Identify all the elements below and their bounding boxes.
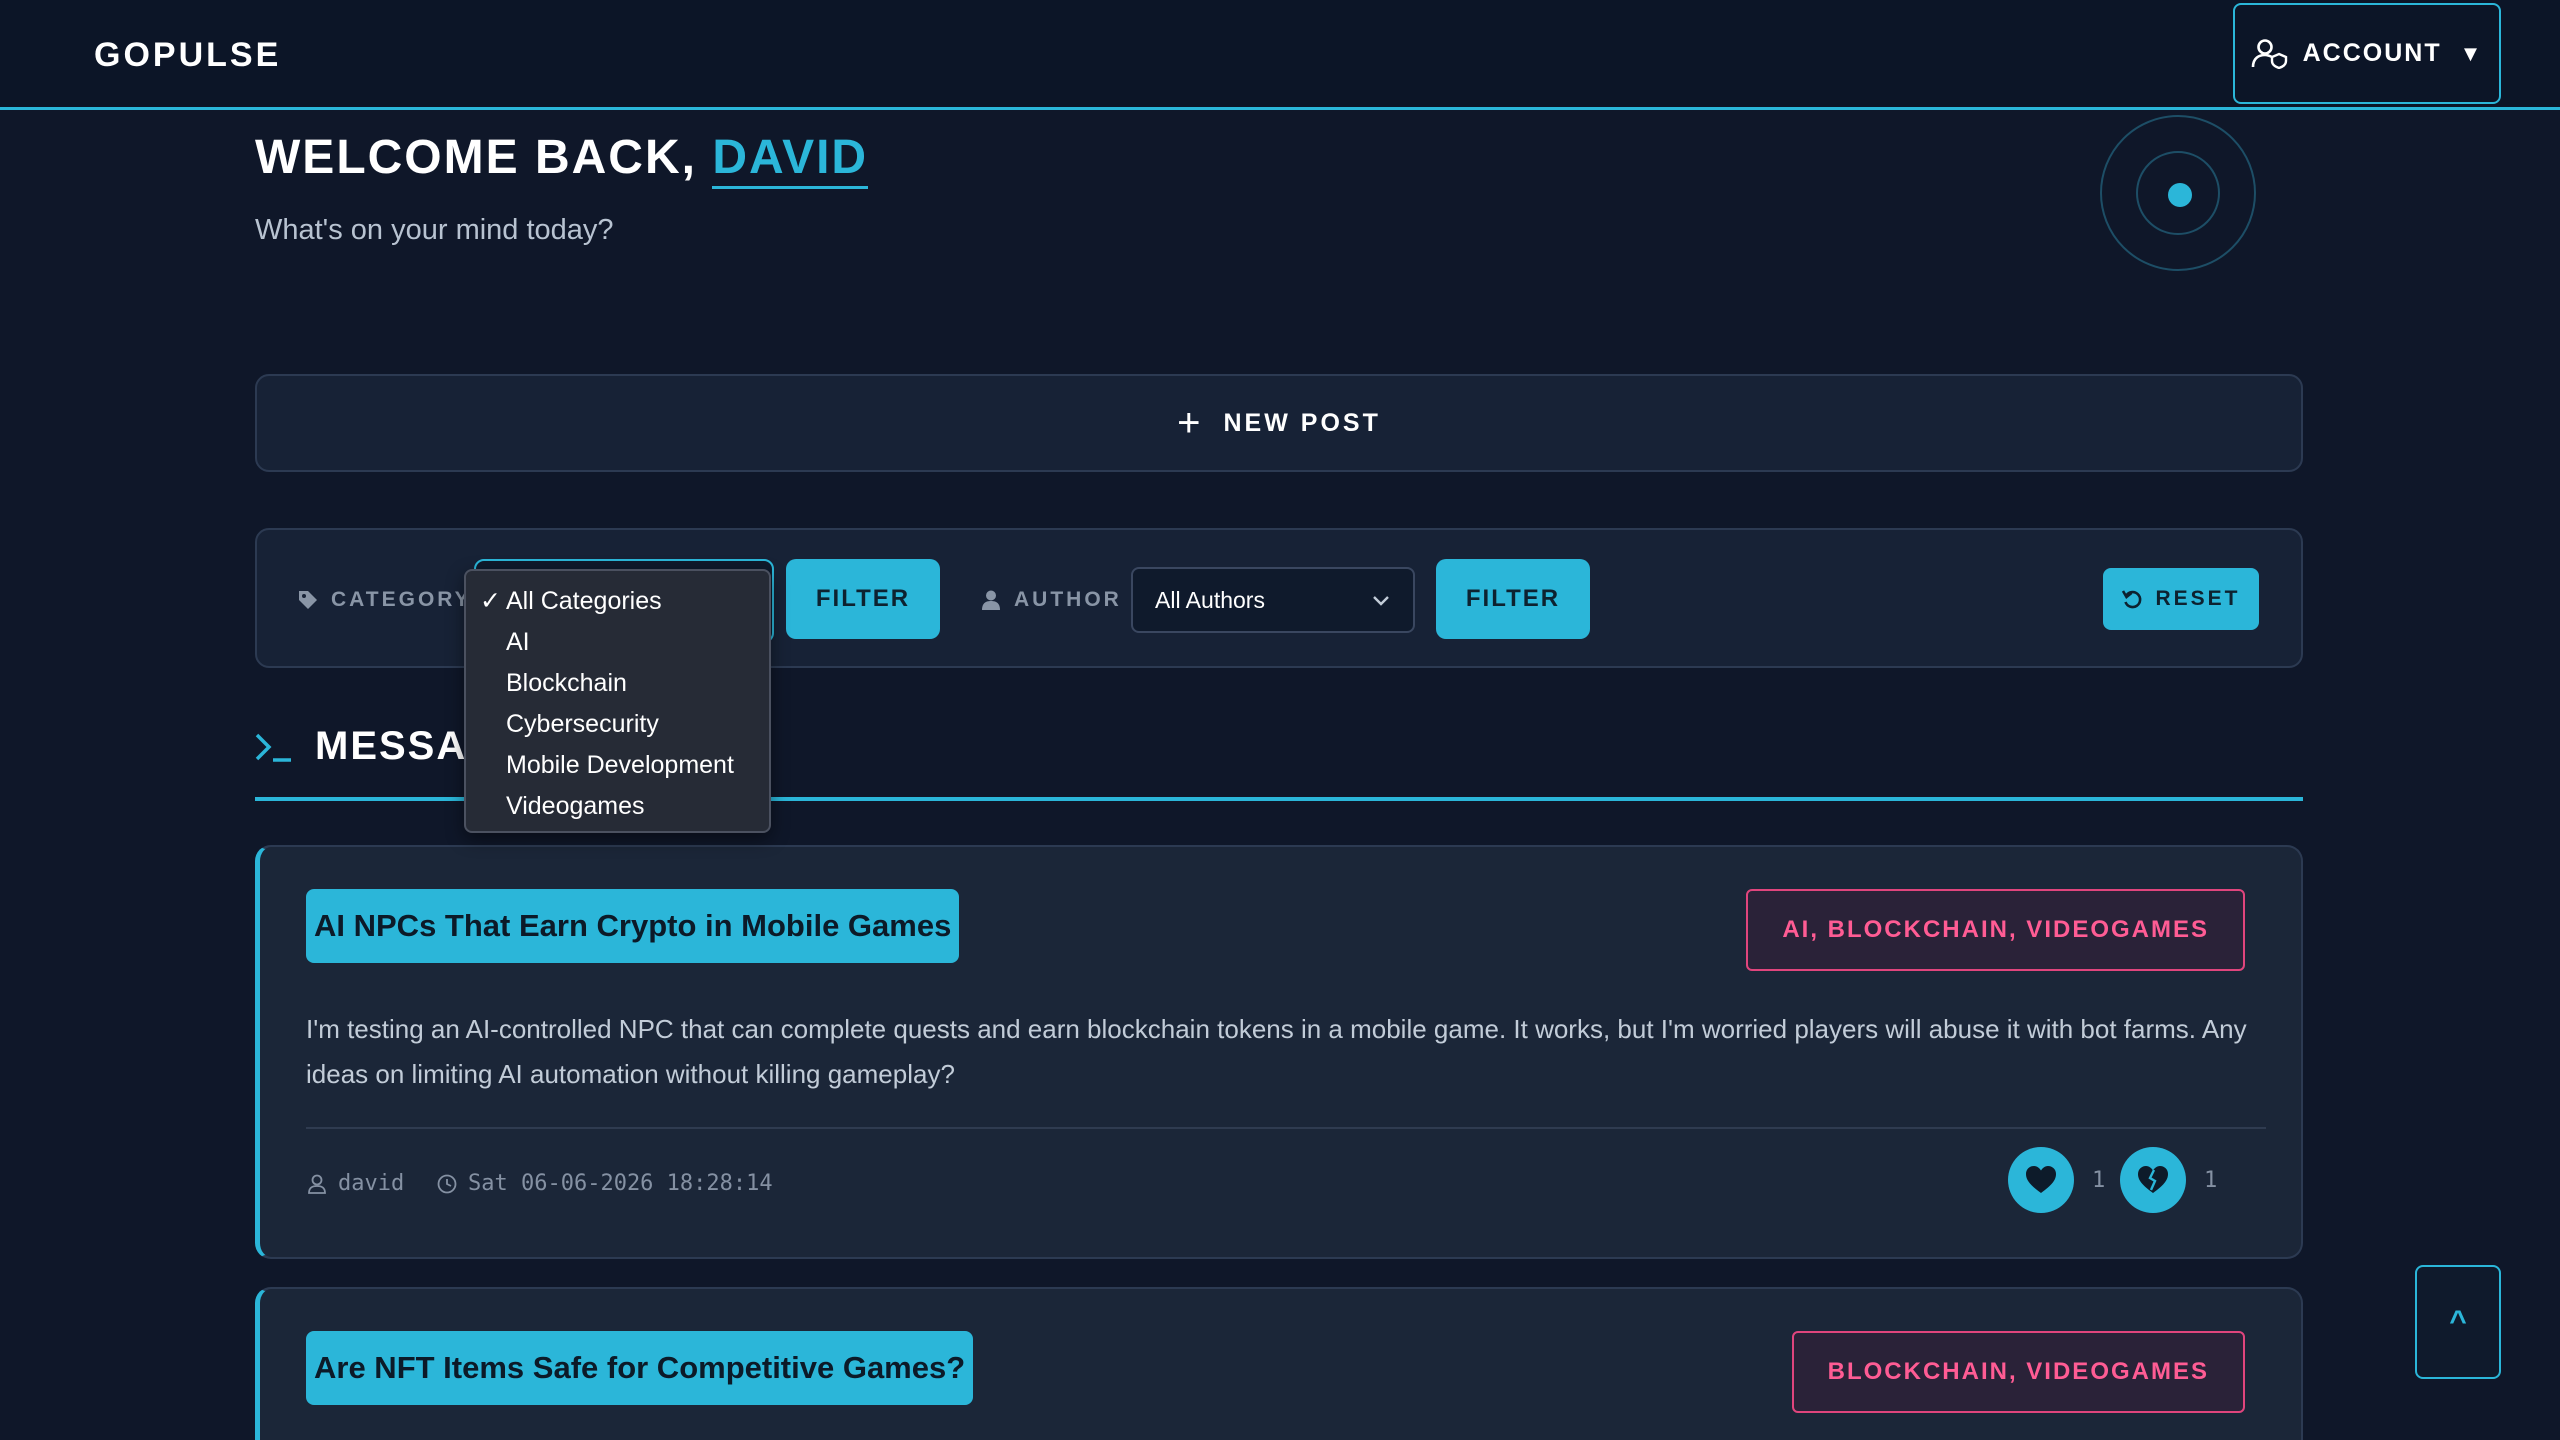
category-filter-button[interactable]: FILTER — [786, 559, 940, 639]
post-body: I'm testing an AI-controlled NPC that ca… — [306, 1014, 2247, 1089]
dislike-reaction: 1 — [2120, 1147, 2217, 1213]
reset-label: RESET — [2155, 587, 2241, 610]
terminal-prompt-icon — [255, 733, 291, 762]
tag-icon — [299, 591, 317, 609]
post-author-name: david — [338, 1171, 405, 1196]
account-label: ACCOUNT — [2302, 39, 2442, 67]
broken-heart-icon — [2138, 1166, 2168, 1193]
like-count: 1 — [2092, 1167, 2106, 1193]
new-post-label: NEW POST — [1223, 408, 1381, 437]
post-divider — [306, 1127, 2266, 1129]
post-timestamp: Sat 06-06-2026 18:28:14 — [436, 1171, 773, 1196]
reset-button[interactable]: RESET — [2103, 568, 2259, 630]
category-option-label: Cybersecurity — [506, 710, 659, 738]
brand-logo[interactable]: GOPULSE — [94, 36, 281, 75]
category-option[interactable]: Mobile Development — [466, 745, 769, 786]
clock-icon — [437, 1174, 457, 1193]
category-option-label: AI — [506, 628, 530, 656]
author-selected-value: All Authors — [1155, 586, 1265, 613]
welcome-heading: WELCOME BACK, DAVID — [255, 130, 869, 189]
undo-icon — [2122, 590, 2142, 609]
pulse-indicator-icon — [2100, 115, 2256, 271]
post-card: Are NFT Items Safe for Competitive Games… — [255, 1287, 2303, 1440]
user-outline-icon — [308, 1174, 326, 1194]
dislike-count: 1 — [2204, 1167, 2218, 1193]
welcome-subtitle: What's on your mind today? — [255, 214, 614, 246]
plus-icon: + — [1177, 401, 1204, 445]
category-option[interactable]: ✓ All Categories — [466, 581, 769, 622]
author-label-text: AUTHOR — [1014, 588, 1122, 611]
account-menu-button[interactable]: ACCOUNT ▼ — [2233, 3, 2501, 104]
category-option[interactable]: Videogames — [466, 786, 769, 827]
scroll-to-top-button[interactable]: ^ — [2415, 1265, 2501, 1379]
welcome-prefix: WELCOME BACK, — [255, 131, 713, 184]
welcome-username: DAVID — [712, 131, 869, 189]
category-filter-label: CATEGORY — [297, 588, 472, 612]
post-title[interactable]: AI NPCs That Earn Crypto in Mobile Games — [306, 889, 960, 963]
category-option[interactable]: AI — [466, 622, 769, 663]
user-icon — [982, 590, 1000, 610]
category-label-text: CATEGORY — [331, 588, 472, 611]
post-title[interactable]: Are NFT Items Safe for Competitive Games… — [306, 1331, 974, 1405]
post-category-tags: AI, BLOCKCHAIN, VIDEOGAMES — [1746, 889, 2245, 971]
new-post-button[interactable]: + NEW POST — [255, 374, 2303, 472]
post-category-tags: BLOCKCHAIN, VIDEOGAMES — [1791, 1331, 2245, 1413]
category-option[interactable]: Blockchain — [466, 663, 769, 704]
category-option-label: Videogames — [506, 792, 645, 820]
category-dropdown-list: ✓ All Categories AI Blockchain Cybersecur… — [464, 569, 771, 833]
like-reaction: 1 — [2008, 1147, 2105, 1213]
author-select[interactable]: All Authors — [1131, 567, 1415, 633]
chevron-down-icon — [1373, 596, 1389, 606]
category-option-label: All Categories — [506, 587, 662, 615]
author-filter-label: AUTHOR — [980, 588, 1122, 612]
pulse-dot — [2168, 183, 2192, 207]
post-timestamp-text: Sat 06-06-2026 18:28:14 — [468, 1171, 773, 1196]
category-option-label: Blockchain — [506, 669, 627, 697]
post-card: AI NPCs That Earn Crypto in Mobile Games… — [255, 845, 2303, 1259]
caret-down-icon: ▼ — [2459, 40, 2484, 66]
category-option[interactable]: Cybersecurity — [466, 704, 769, 745]
top-navbar: GOPULSE ACCOUNT ▼ — [0, 0, 2560, 110]
dislike-button[interactable] — [2120, 1147, 2186, 1213]
author-filter-button[interactable]: FILTER — [1436, 559, 1590, 639]
checkmark-icon: ✓ — [480, 587, 501, 615]
post-author: david — [306, 1171, 404, 1196]
user-shield-icon — [2251, 38, 2287, 69]
heart-icon — [2026, 1166, 2056, 1193]
like-button[interactable] — [2008, 1147, 2074, 1213]
category-option-label: Mobile Development — [506, 751, 734, 779]
